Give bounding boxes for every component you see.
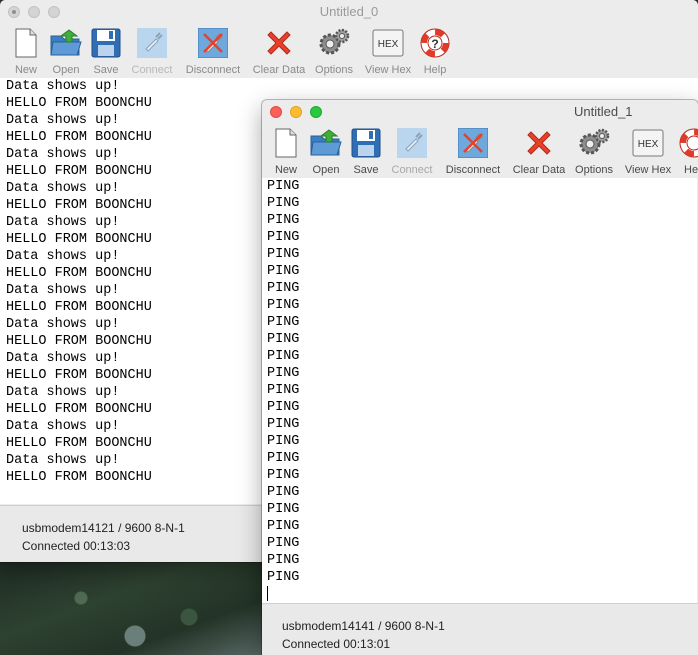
output-line: PING — [267, 213, 300, 228]
connection-status: Connected 00:13:03 — [22, 539, 131, 553]
red-x-icon — [522, 126, 556, 160]
zoom-button[interactable] — [48, 6, 60, 18]
svg-text:HEX: HEX — [378, 39, 399, 50]
output-line: PING — [267, 570, 300, 585]
open-button[interactable]: Open — [50, 24, 82, 78]
window-title: Untitled_1 — [574, 104, 633, 119]
lifebuoy-icon — [678, 126, 698, 160]
disconnect-button[interactable]: Disconnect — [442, 124, 504, 178]
window-title-bar[interactable]: Untitled_1 — [262, 100, 698, 124]
output-line: PING — [267, 536, 300, 551]
open-button[interactable]: Open — [310, 124, 342, 178]
output-line: PING — [267, 349, 300, 364]
disconnect-plug-icon — [196, 26, 230, 60]
close-button[interactable] — [270, 106, 282, 118]
connect-button[interactable]: Connect — [126, 24, 178, 78]
help-button[interactable]: ? Help — [418, 24, 452, 78]
document-icon — [269, 126, 303, 160]
output-line: PING — [267, 553, 300, 568]
save-button[interactable]: Save — [90, 24, 122, 78]
view-hex-button[interactable]: HEX View Hex — [622, 124, 674, 178]
plug-icon — [395, 126, 429, 160]
output-line: PING — [267, 434, 300, 449]
output-line: PING — [267, 179, 300, 194]
new-button[interactable]: New — [270, 124, 302, 178]
output-line: PING — [267, 417, 300, 432]
gears-icon — [317, 26, 351, 60]
new-button[interactable]: New — [10, 24, 42, 78]
output-line: PING — [267, 519, 300, 534]
close-button[interactable] — [8, 6, 20, 18]
serial-window-untitled-1[interactable]: Untitled_1 New Open Save Connect Disconn… — [262, 100, 698, 655]
output-line: PING — [267, 196, 300, 211]
output-line: PING — [267, 264, 300, 279]
window-title-bar[interactable]: Untitled_0 — [0, 0, 698, 24]
folder-open-icon — [309, 126, 343, 160]
window-title: Untitled_0 — [319, 4, 379, 19]
output-line: Data shows up! — [6, 79, 120, 94]
disconnect-button[interactable]: Disconnect — [182, 24, 244, 78]
minimize-button[interactable] — [28, 6, 40, 18]
clear-data-button[interactable]: Clear Data — [510, 124, 568, 178]
output-line: PING — [267, 383, 300, 398]
output-line: PING — [267, 485, 300, 500]
output-line: PING — [267, 468, 300, 483]
floppy-disk-icon — [89, 26, 123, 60]
folder-open-icon — [49, 26, 83, 60]
document-icon — [9, 26, 43, 60]
output-line: PING — [267, 332, 300, 347]
options-button[interactable]: Options — [312, 24, 356, 78]
clear-data-button[interactable]: Clear Data — [250, 24, 308, 78]
status-bar: usbmodem14141 / 9600 8-N-1 Connected 00:… — [262, 603, 698, 655]
hex-icon: HEX — [631, 126, 665, 160]
disconnect-plug-icon — [456, 126, 490, 160]
help-button[interactable]: He — [678, 124, 698, 178]
red-x-icon — [262, 26, 296, 60]
connection-status: Connected 00:13:01 — [282, 637, 391, 651]
output-line: PING — [267, 502, 300, 517]
gears-icon — [577, 126, 611, 160]
output-line: PING — [267, 315, 300, 330]
output-line: PING — [267, 451, 300, 466]
hex-icon: HEX — [371, 26, 405, 60]
toolbar: New Open Save Connect Disconnect Clear D… — [0, 24, 698, 78]
view-hex-button[interactable]: HEX View Hex — [362, 24, 414, 78]
window-controls — [8, 6, 60, 18]
floppy-disk-icon — [349, 126, 383, 160]
lifebuoy-icon: ? — [418, 26, 452, 60]
minimize-button[interactable] — [290, 106, 302, 118]
port-status: usbmodem14141 / 9600 8-N-1 — [282, 619, 445, 633]
svg-text:HEX: HEX — [638, 139, 659, 150]
window-controls — [270, 106, 322, 118]
connect-button[interactable]: Connect — [386, 124, 438, 178]
output-line: PING — [267, 247, 300, 262]
zoom-button[interactable] — [310, 106, 322, 118]
port-status: usbmodem14121 / 9600 8-N-1 — [22, 521, 185, 535]
svg-text:?: ? — [431, 37, 438, 51]
output-line: PING — [267, 298, 300, 313]
options-button[interactable]: Options — [572, 124, 616, 178]
output-line: PING — [267, 230, 300, 245]
output-line: PING — [267, 400, 300, 415]
output-line: PING — [267, 366, 300, 381]
plug-icon — [135, 26, 169, 60]
text-cursor — [267, 586, 697, 603]
toolbar: New Open Save Connect Disconnect Clear D… — [262, 124, 698, 178]
desktop-background — [0, 560, 270, 655]
output-line: PING — [267, 281, 300, 296]
serial-output-text[interactable]: PING PING PING PING PING PING PING PING PING PING… — [262, 178, 697, 603]
save-button[interactable]: Save — [350, 124, 382, 178]
